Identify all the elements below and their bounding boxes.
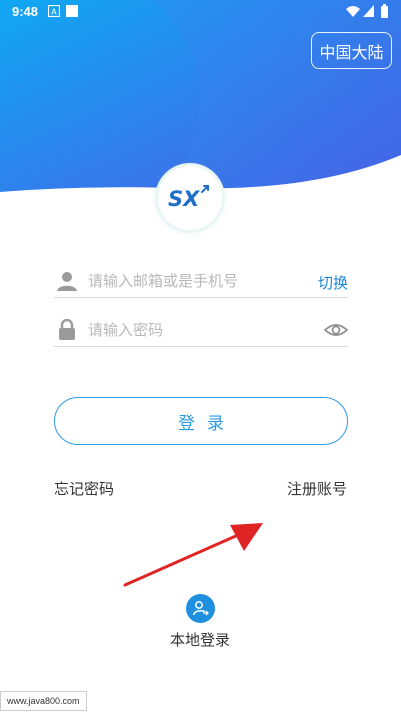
local-login-label: 本地登录 [169, 631, 230, 649]
eye-icon[interactable] [324, 319, 348, 341]
switch-login-mode-link[interactable]: 切换 [318, 272, 348, 293]
signal-icon [363, 5, 374, 17]
notification-a-icon: A [48, 5, 60, 17]
account-field-row: 切换 [54, 264, 348, 298]
forgot-password-link[interactable]: 忘记密码 [54, 478, 114, 499]
user-switch-icon [186, 594, 215, 623]
battery-icon [381, 4, 388, 18]
app-logo: SX [158, 166, 222, 230]
watermark: www.java800.com [0, 691, 87, 711]
local-login-button[interactable]: 本地登录 [160, 594, 240, 654]
square-icon [66, 5, 78, 17]
status-bar: 9:48 A [0, 0, 401, 24]
annotation-arrow [123, 523, 263, 587]
status-time: 9:48 [12, 4, 39, 19]
password-input[interactable] [88, 315, 308, 345]
logo-mark: SX [168, 185, 209, 211]
wifi-icon [346, 6, 360, 17]
password-field-row [54, 313, 348, 347]
account-input[interactable] [88, 266, 308, 296]
lock-icon [59, 319, 75, 340]
login-button[interactable]: 登录 [54, 397, 348, 445]
svg-text:A: A [51, 8, 57, 17]
region-select-button[interactable]: 中国大陆 [311, 32, 392, 69]
register-link[interactable]: 注册账号 [287, 478, 347, 499]
user-icon [57, 272, 77, 291]
logo-text: SX [168, 187, 201, 211]
